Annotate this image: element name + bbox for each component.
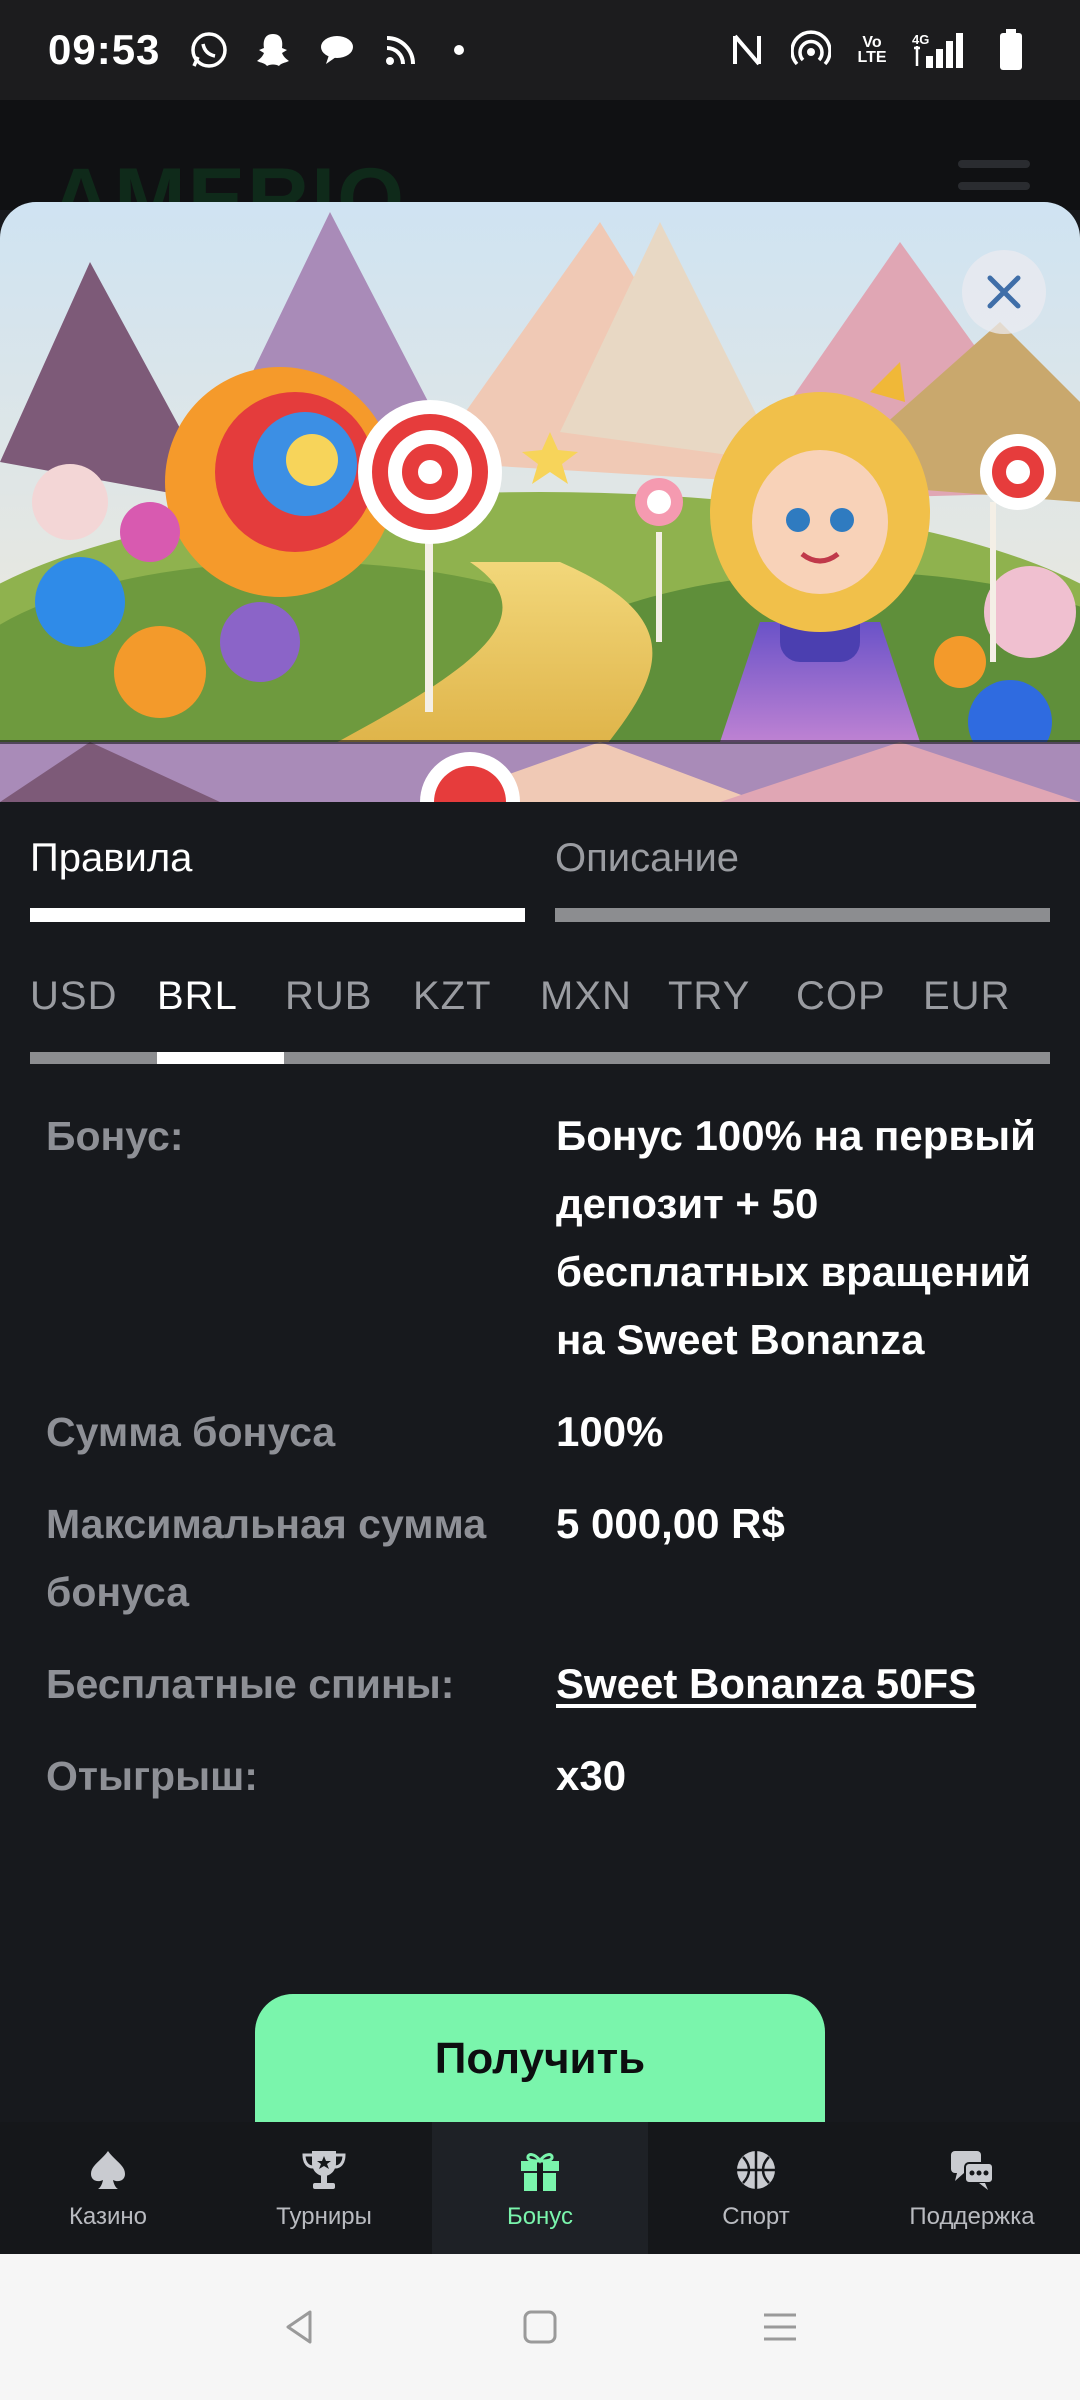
nav-sport[interactable]: Спорт	[648, 2122, 864, 2254]
nav-casino[interactable]: Казино	[0, 2122, 216, 2254]
nfc-icon	[726, 29, 768, 71]
detail-value: 5 000,00 R$	[556, 1500, 785, 1547]
tab-rules[interactable]: Правила	[30, 802, 525, 922]
detail-row-bonus: Бонус: Бонус 100% на первый депозит + 50…	[46, 1102, 1036, 1374]
network-type-label: 4G	[912, 32, 929, 47]
bottom-nav: Казино Турниры Бонус Спорт Поддержка	[0, 2122, 1080, 2254]
rss-icon	[380, 29, 422, 71]
detail-key: Максимальная сумма бонуса	[46, 1501, 487, 1615]
currency-usd[interactable]: USD	[30, 974, 117, 1019]
tab-description-indicator	[555, 908, 1050, 922]
trophy-icon	[302, 2151, 346, 2189]
detail-value: 100%	[556, 1408, 664, 1455]
nav-sport-label: Спорт	[722, 2203, 790, 2230]
detail-row-bonus-amount: Сумма бонуса 100%	[46, 1398, 1036, 1466]
ball-icon	[737, 2151, 775, 2189]
detail-key: Отыгрыш:	[46, 1753, 258, 1799]
currency-try[interactable]: TRY	[668, 974, 750, 1019]
currency-selector: USD BRL RUB KZT MXN TRY COP EUR	[30, 952, 1050, 1064]
tab-rules-label: Правила	[30, 836, 193, 880]
nav-support-label: Поддержка	[909, 2203, 1035, 2230]
detail-value: Sweet Bonanza 50FS	[556, 1650, 1036, 1718]
free-spins-link[interactable]: Sweet Bonanza 50FS	[556, 1660, 976, 1707]
close-button[interactable]	[962, 250, 1046, 334]
detail-row-max-amount: Максимальная сумма бонуса 5 000,00 R$	[46, 1490, 1036, 1626]
chat-icon	[316, 29, 358, 71]
modal-tabs: Правила Описание	[30, 802, 1050, 922]
detail-value: x30	[556, 1752, 627, 1799]
system-nav-bar	[0, 2254, 1080, 2400]
menu-lines-icon	[764, 2313, 796, 2341]
volte-label: Vo LTE	[857, 34, 887, 66]
battery-icon	[990, 29, 1032, 71]
status-bar: 09:53 Vo LTE 4G	[0, 0, 1080, 100]
nav-tournaments-label: Турниры	[276, 2203, 372, 2230]
recents-button[interactable]	[750, 2297, 810, 2357]
back-triangle-icon	[286, 2310, 312, 2344]
close-icon	[987, 275, 1021, 309]
detail-row-wager: Отыгрыш: x30	[46, 1742, 1036, 1810]
currency-kzt[interactable]: KZT	[413, 974, 492, 1019]
home-square-icon	[523, 2310, 557, 2344]
gift-icon	[521, 2153, 559, 2191]
nav-casino-label: Казино	[68, 2203, 148, 2230]
bonus-modal: Правила Описание USD BRL RUB KZT MXN TRY…	[0, 202, 1080, 2122]
signal-icon: 4G	[912, 29, 968, 71]
currency-cop[interactable]: COP	[796, 974, 886, 1019]
currency-rub[interactable]: RUB	[285, 974, 372, 1019]
detail-value: Бонус 100% на первый депозит + 50 беспла…	[556, 1112, 1036, 1363]
nav-bonus-label: Бонус	[506, 2203, 574, 2230]
back-button[interactable]	[270, 2297, 330, 2357]
tab-description[interactable]: Описание	[555, 802, 1050, 922]
spade-icon	[91, 2151, 125, 2189]
home-button[interactable]	[510, 2297, 570, 2357]
status-time: 09:53	[48, 26, 161, 73]
bonus-details: Бонус: Бонус 100% на первый депозит + 50…	[46, 1102, 1036, 1834]
detail-key: Сумма бонуса	[46, 1409, 336, 1455]
notification-dot	[454, 45, 465, 55]
get-bonus-button[interactable]: Получить	[255, 1994, 825, 2122]
currency-mxn[interactable]: MXN	[540, 974, 632, 1019]
currency-brl[interactable]: BRL	[157, 974, 238, 1019]
nav-tournaments[interactable]: Турниры	[216, 2122, 432, 2254]
hotspot-icon	[790, 29, 832, 71]
whatsapp-icon	[188, 29, 230, 71]
nav-bonus[interactable]: Бонус	[432, 2122, 648, 2254]
volte-icon: Vo LTE	[854, 29, 890, 71]
currency-active-indicator	[157, 1052, 284, 1064]
tab-description-label: Описание	[555, 836, 740, 880]
bonus-banner-image	[0, 202, 1080, 802]
currency-eur[interactable]: EUR	[923, 974, 1010, 1019]
snapchat-icon	[252, 29, 294, 71]
tab-rules-indicator	[30, 908, 525, 922]
detail-key: Бесплатные спины:	[46, 1661, 455, 1707]
detail-row-free-spins: Бесплатные спины: Sweet Bonanza 50FS	[46, 1650, 1036, 1718]
nav-support[interactable]: Поддержка	[864, 2122, 1080, 2254]
detail-key: Бонус:	[46, 1113, 184, 1159]
chat-bubbles-icon	[951, 2151, 994, 2190]
